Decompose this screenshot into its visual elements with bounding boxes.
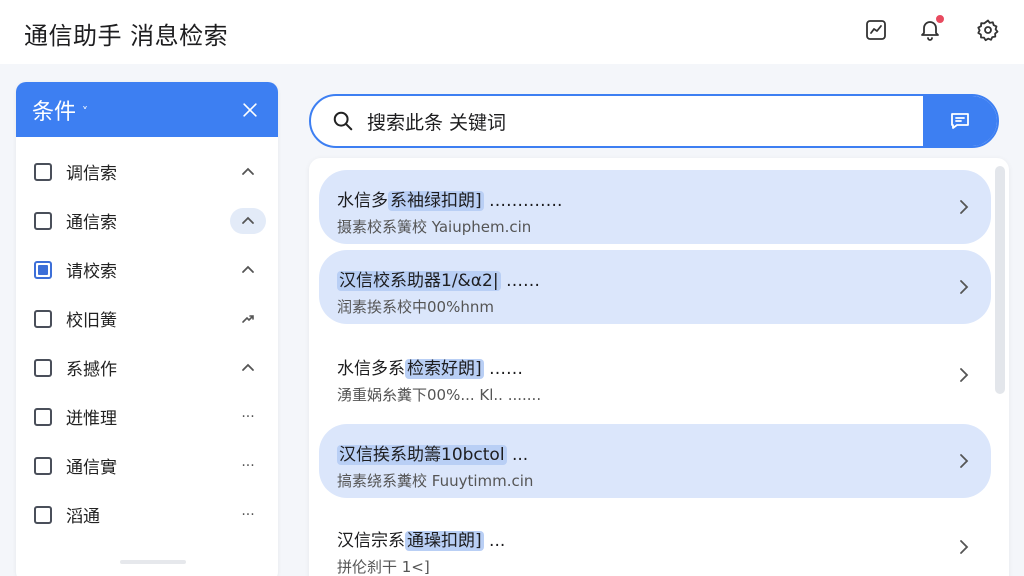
results-scrollbar[interactable]	[995, 166, 1005, 394]
filter-label: 通信實	[66, 458, 117, 478]
checkbox[interactable]	[34, 456, 52, 475]
filter-label: 系撼作	[66, 360, 117, 380]
filter-item[interactable]: 请校索	[16, 245, 278, 294]
filter-label: 请校索	[66, 262, 117, 282]
chevron-up-icon[interactable]	[230, 159, 266, 185]
result-title-tail: ………….	[483, 191, 563, 211]
search-button[interactable]	[923, 96, 997, 146]
notification-badge	[934, 13, 946, 25]
checkbox[interactable]	[34, 358, 52, 377]
checkbox[interactable]	[34, 505, 52, 524]
filter-item[interactable]: 调信索	[16, 147, 278, 196]
result-title-tail: ……	[483, 359, 524, 379]
result-title-text: 水信多系	[337, 359, 405, 379]
filter-item[interactable]: 通信實 ···	[16, 441, 278, 490]
result-item[interactable]: 水信多系 检索好朗] …… 湧重娲糸糞下00%... Kl.. .......	[319, 338, 991, 412]
checkbox[interactable]	[34, 211, 52, 230]
result-title: 水信多 系袖绿扣朗] ………….	[337, 186, 562, 211]
chart-icon[interactable]	[862, 16, 890, 44]
filter-item[interactable]: 通信索	[16, 196, 278, 245]
search-input[interactable]	[367, 101, 927, 141]
filter-label: 调信索	[66, 164, 117, 184]
result-title: 水信多系 检索好朗] ……	[337, 354, 523, 379]
results-panel: 水信多 系袖绿扣朗] …………. 摄素校系簧校 Yaiuphem.cin 汉信校系…	[309, 158, 1009, 576]
filter-list: 调信索 通信索 请校索 校旧簧 系撼作 迸惟理 ··· 通信實 ··· 滔通 ·…	[16, 137, 278, 539]
checkbox[interactable]	[34, 162, 52, 181]
result-title-highlight: 系袖绿扣朗]	[388, 191, 484, 211]
chevron-up-icon[interactable]	[230, 257, 266, 283]
chevron-right-icon[interactable]	[957, 538, 973, 556]
filter-item[interactable]: 迸惟理 ···	[16, 392, 278, 441]
result-snippet: 搞素绕系糞校 Fuuytimm.cin	[337, 472, 534, 490]
chevron-right-icon[interactable]	[957, 366, 973, 384]
result-title: 汉信宗系 通璪扣朗] ...	[337, 526, 505, 551]
chevron-up-icon[interactable]	[230, 207, 266, 234]
filter-label: 迸惟理	[66, 409, 117, 429]
result-title: 汉信挨系助籌10bctol ...	[337, 440, 528, 465]
filter-label: 滔通	[66, 507, 100, 527]
trend-arrow-icon[interactable]	[230, 306, 266, 332]
filter-item[interactable]: 校旧簧	[16, 294, 278, 343]
result-item[interactable]: 汉信挨系助籌10bctol ... 搞素绕系糞校 Fuuytimm.cin	[319, 424, 991, 498]
chevron-down-icon: ˅	[82, 104, 89, 119]
more-icon[interactable]: ···	[230, 502, 266, 528]
result-item[interactable]: 汉信校系助器1/&α2| …… 润素挨系校中00%hnm	[319, 250, 991, 324]
gear-icon[interactable]	[974, 16, 1002, 44]
result-title-tail: ...	[483, 531, 506, 551]
app-header: 通信助手 消息检索	[0, 0, 1024, 64]
filter-panel-title: 条件	[32, 99, 77, 125]
search-bar	[309, 94, 999, 148]
filter-panel-header[interactable]: 条件 ˅	[16, 82, 278, 137]
more-icon[interactable]: ···	[230, 404, 266, 430]
filter-item[interactable]: 系撼作	[16, 343, 278, 392]
result-title-highlight: 检索好朗]	[405, 359, 484, 379]
result-item[interactable]: 汉信宗系 通璪扣朗] ... 拼伦刹干 1<]	[319, 510, 991, 576]
result-title-highlight: 汉信校系助器1/&α2|	[337, 271, 501, 291]
chevron-right-icon[interactable]	[957, 278, 973, 296]
result-title-tail: ...	[506, 445, 529, 465]
checkbox-checked[interactable]	[34, 260, 52, 279]
app-title: 通信助手 消息检索	[24, 22, 229, 50]
close-icon[interactable]	[238, 98, 262, 122]
result-title-highlight: 汉信挨系助籌10bctol	[337, 445, 507, 465]
result-snippet: 摄素校系簧校 Yaiuphem.cin	[337, 218, 532, 236]
notification-button[interactable]	[916, 13, 946, 44]
result-snippet: 拼伦刹干 1<]	[337, 558, 430, 576]
chevron-right-icon[interactable]	[957, 198, 973, 216]
filter-panel: 条件 ˅ 调信索 通信索 请校索 校旧簧 系撼作 迸惟理 ··· 通信實 ···…	[16, 82, 278, 576]
more-icon[interactable]: ···	[230, 453, 266, 479]
scroll-indicator[interactable]	[120, 560, 186, 564]
filter-item[interactable]: 滔通 ···	[16, 490, 278, 539]
result-title-tail: ……	[500, 271, 540, 291]
chevron-right-icon[interactable]	[957, 452, 973, 470]
search-icon	[329, 107, 357, 135]
result-snippet: 润素挨系校中00%hnm	[337, 298, 494, 316]
checkbox[interactable]	[34, 309, 52, 328]
result-title-text: 水信多	[337, 191, 388, 211]
filter-label: 校旧簧	[66, 311, 117, 331]
chat-icon	[948, 109, 972, 133]
result-item[interactable]: 水信多 系袖绿扣朗] …………. 摄素校系簧校 Yaiuphem.cin	[319, 170, 991, 244]
result-title-highlight: 通璪扣朗]	[405, 531, 484, 551]
result-snippet: 湧重娲糸糞下00%... Kl.. .......	[337, 386, 542, 404]
chevron-up-icon[interactable]	[230, 355, 266, 381]
result-title: 汉信校系助器1/&α2| ……	[337, 266, 540, 291]
result-title-text: 汉信宗系	[337, 531, 405, 551]
checkbox[interactable]	[34, 407, 52, 426]
filter-label: 通信索	[66, 213, 117, 233]
